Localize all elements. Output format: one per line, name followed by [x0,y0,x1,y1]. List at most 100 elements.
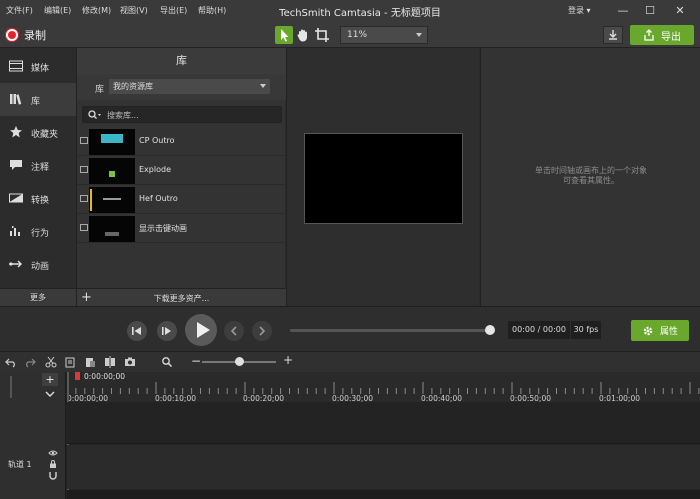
chevron-down-icon[interactable] [43,389,57,399]
playback-scrubber[interactable] [290,329,490,332]
properties-panel: 单击时间轴或画布上的一个对象 可查看其属性。 [480,48,700,306]
select-tool-button[interactable] [275,26,293,44]
timeline-zoom-handle[interactable] [235,357,244,366]
list-item[interactable]: Explode [77,156,286,185]
add-track-button[interactable]: + [42,373,58,386]
image-asset-icon [80,137,88,144]
sidebar-item-animations[interactable]: 动画 [0,248,76,281]
list-item[interactable]: CP Outro [77,127,286,156]
zoom-dropdown[interactable]: 11% [340,26,428,44]
list-item[interactable]: 显示击键动画 [77,214,286,243]
record-button[interactable]: 录制 [6,27,46,43]
close-button[interactable]: ✕ [670,1,690,21]
camera-snapshot-icon[interactable] [124,356,136,368]
chevron-left-icon [230,326,237,336]
chevron-down-icon [260,84,266,88]
frame-step-icon [162,327,171,335]
play-button[interactable] [185,314,217,346]
library-footer: + 下载更多资产... [77,288,286,306]
playhead-time: 0:00:00;00 [84,372,125,381]
sidebar-item-transitions[interactable]: 转换 [0,182,76,215]
sidebar-item-label: 媒体 [31,64,50,74]
sidebar-item-library[interactable]: 库 [0,83,76,116]
playhead-handle[interactable] [75,372,80,380]
menu-file[interactable]: 文件(F) [6,5,33,16]
copy-icon[interactable] [64,356,76,368]
zoom-minus-icon[interactable]: − [191,354,201,368]
login-button[interactable]: 登录 ▾ [568,5,591,16]
menu-edit[interactable]: 编辑(E) [44,5,71,16]
timeline: + 轨道 1 0:00:00;00 0:00:10;00 0:00:20;00 … [0,372,700,499]
pan-tool-button[interactable] [294,26,312,44]
asset-name: CP Outro [139,136,175,145]
scrubber-handle[interactable] [485,325,495,335]
menu-view[interactable]: 视图(V) [120,5,148,16]
animation-arrow-icon [9,260,23,268]
track-name: 轨道 1 [8,460,32,469]
zoom-plus-icon[interactable]: + [283,353,293,367]
sidebar-item-behaviors[interactable]: 行为 [0,215,76,248]
paste-icon[interactable] [84,356,96,368]
asset-thumbnail [89,129,135,155]
asset-thumbnail [89,158,135,184]
gear-icon [643,326,653,335]
previous-frame-button[interactable] [127,321,147,341]
library-dropdown[interactable]: 我的资源库 [109,79,270,94]
next-marker-button[interactable] [252,321,272,341]
previous-marker-button[interactable] [224,321,244,341]
track-lane[interactable] [67,445,700,489]
window-title: TechSmith Camtasia - 无标题项目 [279,8,441,19]
asset-thumbnail [89,187,135,213]
star-icon [10,126,22,138]
menu-modify[interactable]: 修改(M) [82,5,111,16]
zoom-out-search-icon[interactable] [161,356,173,368]
redo-icon[interactable] [24,356,36,368]
more-button[interactable]: 更多 [0,288,76,306]
film-strip-icon [9,60,23,72]
library-label: 库 [95,85,105,95]
minimize-button[interactable]: — [613,1,633,21]
track-header-column: + 轨道 1 [0,372,66,499]
menu-help[interactable]: 帮助(H) [198,5,226,16]
skip-back-icon [132,327,141,335]
undo-icon[interactable] [5,356,17,368]
cursor-arrow-icon [281,29,289,42]
sidebar-item-annotations[interactable]: 注释 [0,149,76,182]
zoom-value: 11% [347,30,368,40]
library-search-input[interactable]: 搜索库... [82,106,282,123]
download-arrow-icon [609,30,617,40]
image-asset-icon [80,224,88,231]
timeline-ruler[interactable]: 0:00:00;00 0:00:10;00 0:00:20;00 0:00:30… [67,372,700,403]
play-icon [197,322,210,338]
timecode-display: 00:00 / 00:00 [508,321,570,339]
download-more-assets-link[interactable]: 下载更多资产... [77,293,286,304]
timeline-horizontal-scrollbar[interactable] [67,490,700,499]
list-item[interactable]: Hef Outro [77,185,286,214]
sidebar-item-label: 库 [31,97,41,107]
maximize-button[interactable]: ☐ [640,1,660,21]
track-lane[interactable] [67,402,700,444]
crop-tool-button[interactable] [313,26,331,44]
split-icon[interactable] [104,356,116,368]
image-asset-icon [80,195,88,202]
magnet-snap-icon[interactable] [48,470,58,480]
track-resize-handle[interactable] [10,376,12,398]
export-button[interactable]: 导出 [630,25,694,45]
sidebar-item-media[interactable]: 媒体 [0,50,76,83]
cut-icon[interactable] [45,356,57,368]
library-books-icon [10,94,22,105]
properties-button[interactable]: 属性 [631,320,689,341]
transition-icon [9,193,23,203]
canvas-preview[interactable] [304,133,463,224]
library-panel: 库 库 我的资源库 搜索库... CP Outro Explode Hef Ou… [76,48,286,306]
search-placeholder: 搜索库... [107,111,139,120]
properties-hint: 单击时间轴或画布上的一个对象 可查看其属性。 [535,166,647,185]
download-button[interactable] [603,26,623,44]
eye-icon[interactable] [48,448,58,458]
properties-label: 属性 [659,327,678,337]
ruler-ticks [67,382,700,394]
lock-icon[interactable] [48,459,58,469]
menu-export[interactable]: 导出(E) [160,5,187,16]
step-play-button[interactable] [157,321,177,341]
sidebar-item-favorites[interactable]: 收藏夹 [0,116,76,149]
